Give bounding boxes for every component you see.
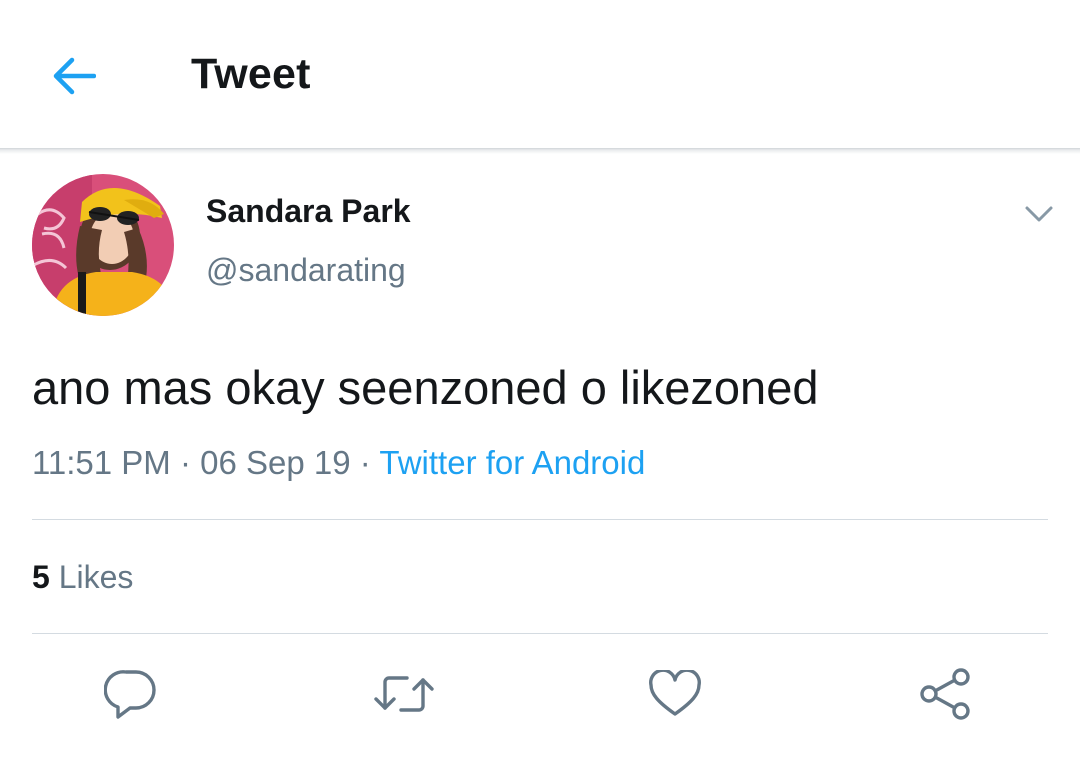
avatar[interactable]: [32, 174, 174, 316]
heart-icon: [649, 670, 701, 716]
like-button[interactable]: [643, 664, 707, 724]
share-icon: [920, 668, 970, 720]
share-button[interactable]: [913, 664, 977, 724]
author-name[interactable]: Sandara Park: [206, 193, 411, 230]
tweet-options-button[interactable]: [1016, 196, 1062, 232]
divider: [32, 519, 1048, 520]
tweet-detail-screen: Tweet Sandara Park @sandarating ano mas …: [0, 0, 1080, 763]
retweet-icon: [374, 676, 434, 712]
author-handle[interactable]: @sandarating: [206, 252, 406, 289]
likes-label: Likes: [58, 559, 134, 595]
tweet-time: 11:51 PM: [32, 444, 171, 481]
tweet-meta: 11:51 PM · 06 Sep 19 · Twitter for Andro…: [32, 444, 645, 482]
tweet-source-link[interactable]: Twitter for Android: [379, 444, 645, 481]
header-divider: [0, 148, 1080, 154]
top-app-bar: Tweet: [0, 0, 1080, 148]
avatar-photo: [32, 174, 174, 316]
back-button[interactable]: [42, 48, 104, 104]
reply-button[interactable]: [99, 664, 163, 724]
page-title: Tweet: [191, 50, 311, 98]
tweet-date: 06 Sep 19: [200, 444, 351, 481]
likes-count: 5: [32, 559, 50, 595]
divider: [32, 633, 1048, 634]
tweet-text: ano mas okay seenzoned o likezoned: [32, 361, 819, 414]
meta-separator: ·: [359, 444, 371, 481]
likes-stat[interactable]: 5 Likes: [32, 559, 133, 596]
reply-icon: [104, 670, 156, 719]
retweet-button[interactable]: [372, 664, 436, 724]
arrow-left-icon: [53, 57, 96, 95]
chevron-down-icon: [1025, 206, 1053, 222]
meta-separator: ·: [179, 444, 191, 481]
